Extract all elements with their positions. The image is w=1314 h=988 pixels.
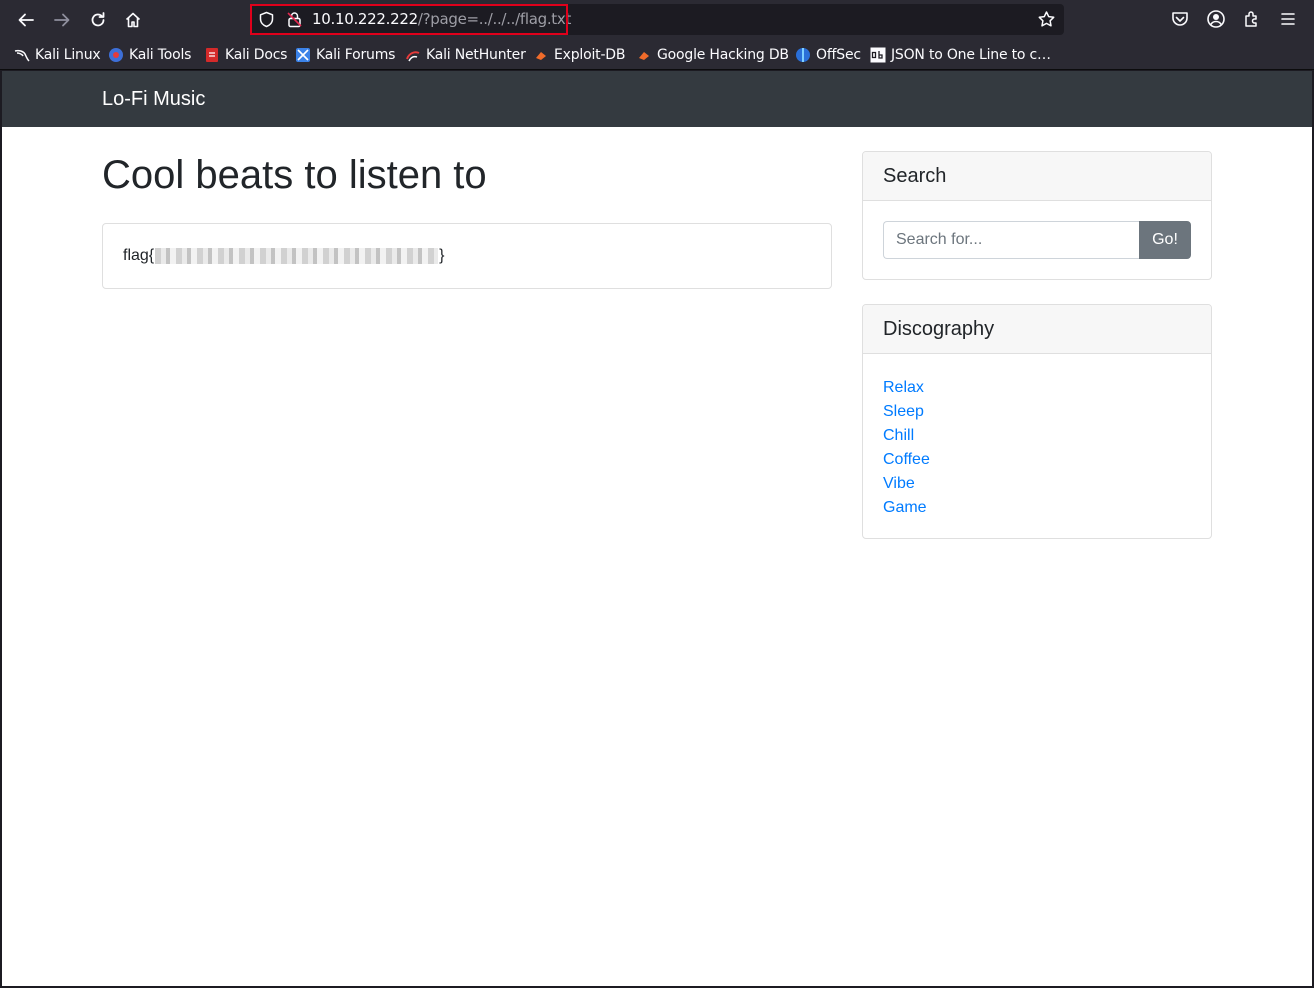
offsec-icon — [796, 48, 810, 62]
url-bar[interactable]: 10.10.222.222/?page=../../../flag.txt — [250, 4, 1064, 35]
discography-card-title: Discography — [863, 305, 1211, 354]
reload-icon — [91, 12, 105, 27]
menu-icon[interactable] — [1278, 9, 1298, 29]
flag-prefix: flag{ — [123, 247, 155, 264]
page-title: Cool beats to listen to — [102, 153, 487, 197]
exploit-db-icon — [536, 52, 546, 60]
url-path: /?page=../../../flag.txt — [417, 10, 572, 28]
discography-link-sleep[interactable]: Sleep — [883, 400, 1191, 424]
bookmark-label: Kali Forums — [316, 47, 396, 63]
search-go-button[interactable]: Go! — [1139, 221, 1191, 259]
bookmark-label: JSON to One Line to c… — [891, 47, 1051, 63]
bookmark-label: Kali Linux — [35, 47, 101, 63]
flag-text: flag{ } — [123, 246, 444, 266]
bookmark-label: Exploit-DB — [554, 47, 626, 63]
discography-link-coffee[interactable]: Coffee — [883, 448, 1191, 472]
redacted-flag-value — [155, 248, 439, 264]
search-card-title: Search — [863, 152, 1211, 201]
discography-card: Discography Relax Sleep Chill Coffee Vib… — [862, 304, 1212, 539]
home-icon — [125, 12, 141, 28]
insecure-lock-icon[interactable] — [286, 11, 303, 28]
pocket-icon[interactable] — [1170, 9, 1190, 29]
search-card: Search Go! — [862, 151, 1212, 280]
flag-suffix: } — [439, 247, 445, 264]
bookmark-kali-forums[interactable]: Kali Forums — [295, 45, 395, 65]
discography-link-game[interactable]: Game — [883, 496, 1191, 520]
bookmark-offsec[interactable]: OffSec — [795, 45, 861, 65]
forward-button[interactable] — [46, 4, 78, 36]
shield-icon[interactable] — [258, 11, 275, 28]
bookmark-kali-docs[interactable]: Kali Docs — [204, 45, 287, 65]
search-card-body: Go! — [863, 201, 1211, 279]
bookmark-label: OffSec — [816, 47, 861, 63]
reload-button[interactable] — [82, 4, 114, 36]
cb-icon — [870, 47, 886, 63]
bookmark-exploit-db[interactable]: Exploit-DB — [533, 45, 625, 65]
bookmark-label: Kali Tools — [129, 47, 192, 63]
bookmark-label: Kali NetHunter — [426, 47, 526, 63]
kali-dragon-icon — [14, 49, 30, 62]
bookmarks-bar: Kali Linux Kali Tools Kali Docs Kali For… — [0, 40, 1314, 70]
page-viewport: Lo-Fi Music Cool beats to listen to flag… — [2, 71, 1312, 986]
arrow-right-icon — [54, 13, 70, 27]
kali-nethunter-icon — [406, 51, 420, 62]
site-brand[interactable]: Lo-Fi Music — [102, 87, 205, 111]
bookmark-label: Google Hacking DB — [657, 47, 789, 63]
back-button[interactable] — [10, 4, 42, 36]
account-icon[interactable] — [1206, 9, 1226, 29]
kali-tools-icon — [109, 48, 123, 62]
bookmark-kali-nethunter[interactable]: Kali NetHunter — [405, 45, 526, 65]
extensions-icon[interactable] — [1242, 9, 1262, 29]
url-text[interactable]: 10.10.222.222/?page=../../../flag.txt — [312, 4, 571, 35]
bookmark-kali-tools[interactable]: Kali Tools — [108, 45, 191, 65]
kali-forums-icon — [296, 48, 310, 62]
discography-link-relax[interactable]: Relax — [883, 376, 1191, 400]
browser-toolbar: 10.10.222.222/?page=../../../flag.txt — [0, 0, 1314, 40]
bookmark-json-one-line[interactable]: JSON to One Line to c… — [870, 45, 1051, 65]
bookmark-google-hacking-db[interactable]: Google Hacking DB — [636, 45, 789, 65]
ghdb-icon — [639, 52, 649, 60]
bookmark-star-icon[interactable] — [1037, 10, 1056, 29]
content-card: flag{ } — [102, 223, 832, 289]
arrow-left-icon — [18, 13, 34, 27]
url-host: 10.10.222.222 — [312, 10, 418, 28]
discography-link-vibe[interactable]: Vibe — [883, 472, 1191, 496]
home-button[interactable] — [117, 4, 149, 36]
kali-docs-icon — [206, 48, 218, 62]
search-input[interactable] — [883, 221, 1140, 259]
site-navbar: Lo-Fi Music — [2, 71, 1312, 127]
bookmark-kali-linux[interactable]: Kali Linux — [14, 45, 101, 65]
discography-link-chill[interactable]: Chill — [883, 424, 1191, 448]
bookmark-label: Kali Docs — [225, 47, 288, 63]
discography-list: Relax Sleep Chill Coffee Vibe Game — [863, 354, 1211, 538]
